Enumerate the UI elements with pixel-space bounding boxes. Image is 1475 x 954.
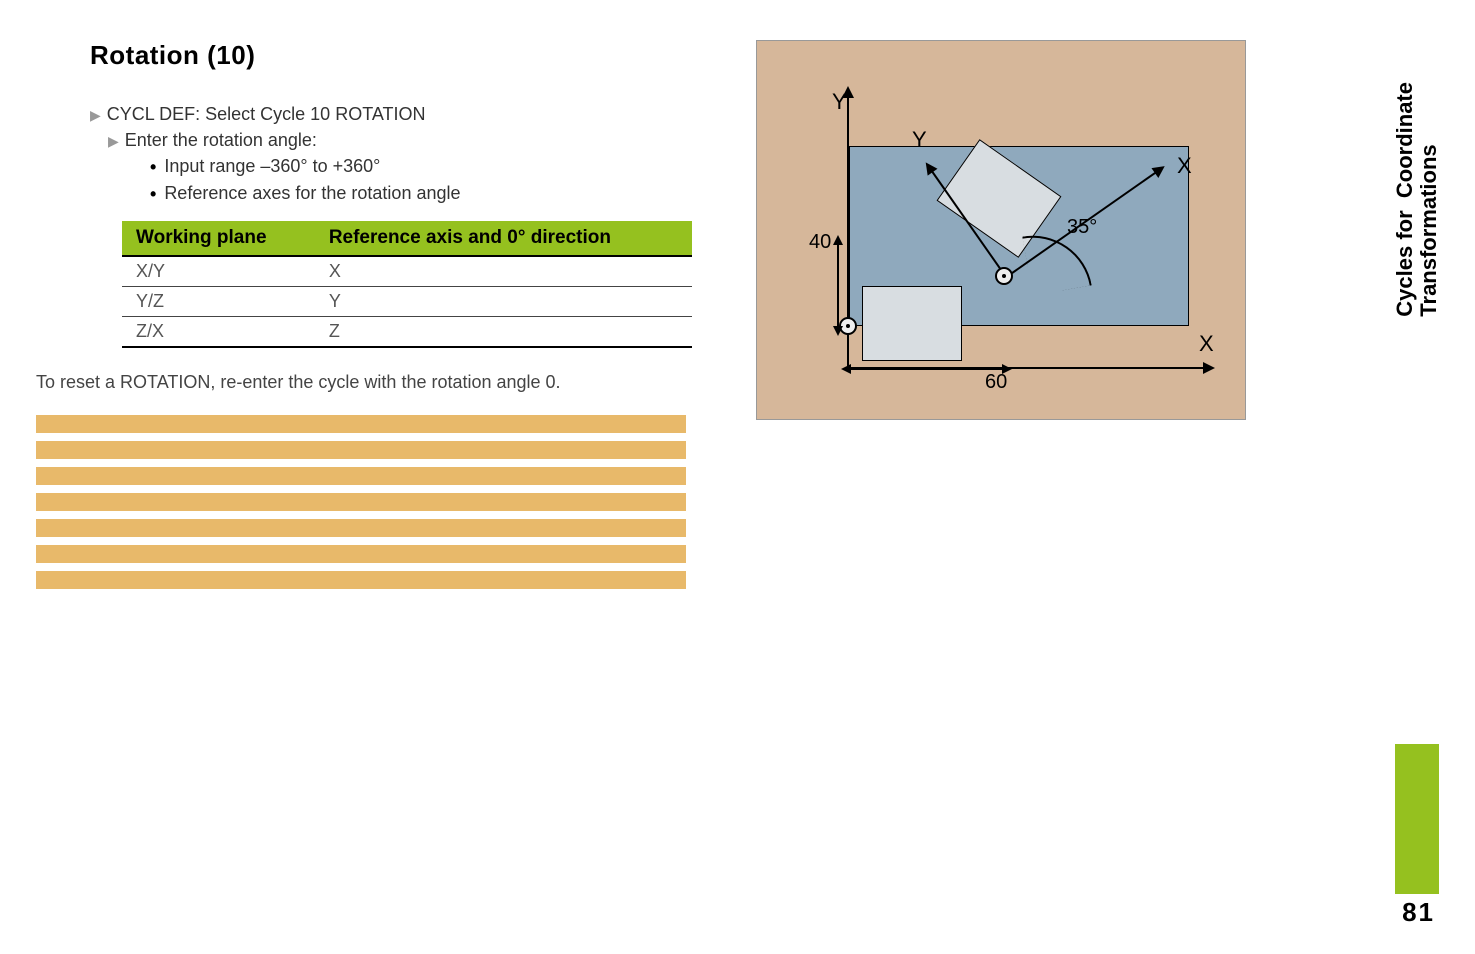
bullet-range: • Input range –360° to +360° <box>150 153 716 180</box>
code-line <box>36 467 686 485</box>
code-line <box>36 415 686 433</box>
feature-original <box>862 286 962 361</box>
th-reference-axis: Reference axis and 0° direction <box>315 221 692 256</box>
page-number: 81 <box>1402 897 1435 928</box>
step-list: ▶ CYCL DEF: Select Cycle 10 ROTATION ▶ Ent… <box>90 101 716 207</box>
bullet-icon: • <box>150 154 156 180</box>
rotation-center-icon <box>995 267 1013 285</box>
code-line <box>36 441 686 459</box>
content-row: Rotation (10) ▶ CYCL DEF: Select Cycle 10… <box>36 40 1439 597</box>
label-dim-y: 40 <box>809 231 831 254</box>
bullet-text: Reference axes for the rotation angle <box>164 180 460 207</box>
dimension-horizontal <box>849 368 1004 370</box>
code-line <box>36 493 686 511</box>
rotation-figure: Y Y X X 35° 40 60 <box>756 40 1246 420</box>
bullet-list: • Input range –360° to +360° • Reference a… <box>150 153 716 207</box>
side-tab: Cycles for Coordinate Transformations <box>1395 82 1439 894</box>
label-x-rotated: X <box>1177 153 1192 179</box>
label-angle: 35° <box>1067 216 1097 239</box>
step-cycl-def: ▶ CYCL DEF: Select Cycle 10 ROTATION <box>90 101 716 127</box>
step-text: Enter the rotation angle: <box>125 127 317 153</box>
step-enter-angle: ▶ Enter the rotation angle: <box>90 127 716 153</box>
section-title: Rotation (10) <box>90 40 716 71</box>
triangle-icon: ▶ <box>90 105 101 125</box>
table-row: Y/ZY <box>122 287 692 317</box>
left-column: Rotation (10) ▶ CYCL DEF: Select Cycle 10… <box>36 40 716 597</box>
right-column: Y Y X X 35° 40 60 <box>756 40 1439 597</box>
side-tab-highlight <box>1395 744 1439 894</box>
label-y-main: Y <box>832 89 847 115</box>
cell-plane: X/Y <box>122 256 315 287</box>
code-line <box>36 545 686 563</box>
bullet-icon: • <box>150 181 156 207</box>
cell-plane: Y/Z <box>122 287 315 317</box>
th-working-plane: Working plane <box>122 221 315 256</box>
cell-axis: X <box>315 256 692 287</box>
table-row: X/YX <box>122 256 692 287</box>
label-x-main: X <box>1199 331 1214 357</box>
code-line <box>36 519 686 537</box>
code-line <box>36 571 686 589</box>
reference-table: Working plane Reference axis and 0° dire… <box>122 221 692 348</box>
cell-axis: Z <box>315 317 692 348</box>
triangle-icon: ▶ <box>108 131 119 151</box>
table-header-row: Working plane Reference axis and 0° dire… <box>122 221 692 256</box>
cell-axis: Y <box>315 287 692 317</box>
cell-plane: Z/X <box>122 317 315 348</box>
side-tab-label: Cycles for Coordinate Transformations <box>1393 82 1441 337</box>
dimension-vertical <box>837 243 839 328</box>
label-dim-x: 60 <box>985 371 1007 394</box>
reset-note: To reset a ROTATION, re-enter the cycle … <box>36 372 716 393</box>
table-row: Z/XZ <box>122 317 692 348</box>
document-page: Rotation (10) ▶ CYCL DEF: Select Cycle 10… <box>0 0 1475 954</box>
step-text: CYCL DEF: Select Cycle 10 ROTATION <box>107 101 426 127</box>
label-y-rotated: Y <box>912 127 927 153</box>
bullet-text: Input range –360° to +360° <box>164 153 380 180</box>
bullet-ref: • Reference axes for the rotation angle <box>150 180 716 207</box>
nc-code-block <box>36 415 686 589</box>
